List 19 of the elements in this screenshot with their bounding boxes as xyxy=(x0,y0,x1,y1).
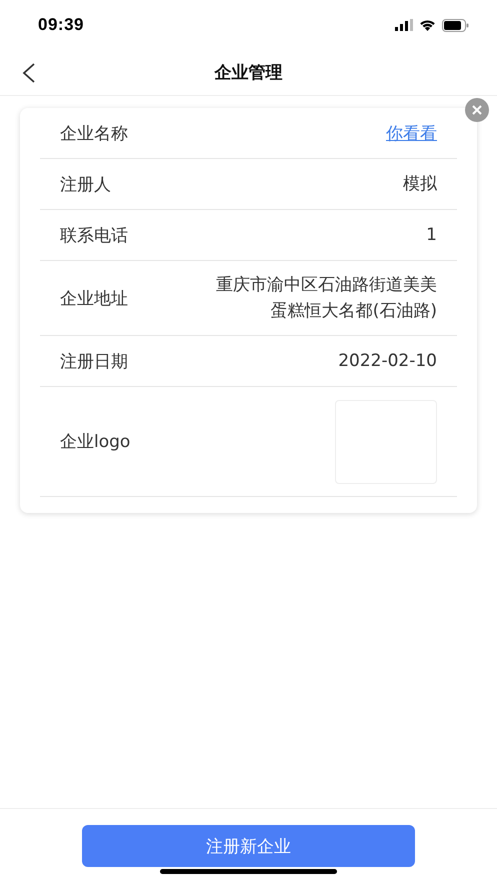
field-value: 模拟 xyxy=(403,173,437,196)
field-value: 1 xyxy=(426,224,437,247)
battery-icon xyxy=(442,18,469,32)
field-value: 2022-02-10 xyxy=(338,350,437,373)
company-name-link[interactable]: 你看看 xyxy=(386,122,437,144)
close-icon[interactable] xyxy=(464,98,490,122)
field-label: 企业logo xyxy=(60,431,130,453)
field-label: 企业名称 xyxy=(60,122,128,144)
signal-icon xyxy=(395,19,413,31)
field-value: 重庆市渝中区石油路街道美美蛋糕恒大名都(石油路) xyxy=(215,274,437,323)
field-label: 注册日期 xyxy=(60,350,128,372)
register-button[interactable]: 注册新企业 xyxy=(82,825,415,867)
back-icon[interactable] xyxy=(22,63,36,83)
status-time: 09:39 xyxy=(38,15,84,35)
field-label: 联系电话 xyxy=(60,224,128,246)
field-label: 注册人 xyxy=(60,174,111,196)
page-title: 企业管理 xyxy=(214,62,282,84)
field-label: 企业地址 xyxy=(60,288,128,310)
wifi-icon xyxy=(419,19,436,31)
